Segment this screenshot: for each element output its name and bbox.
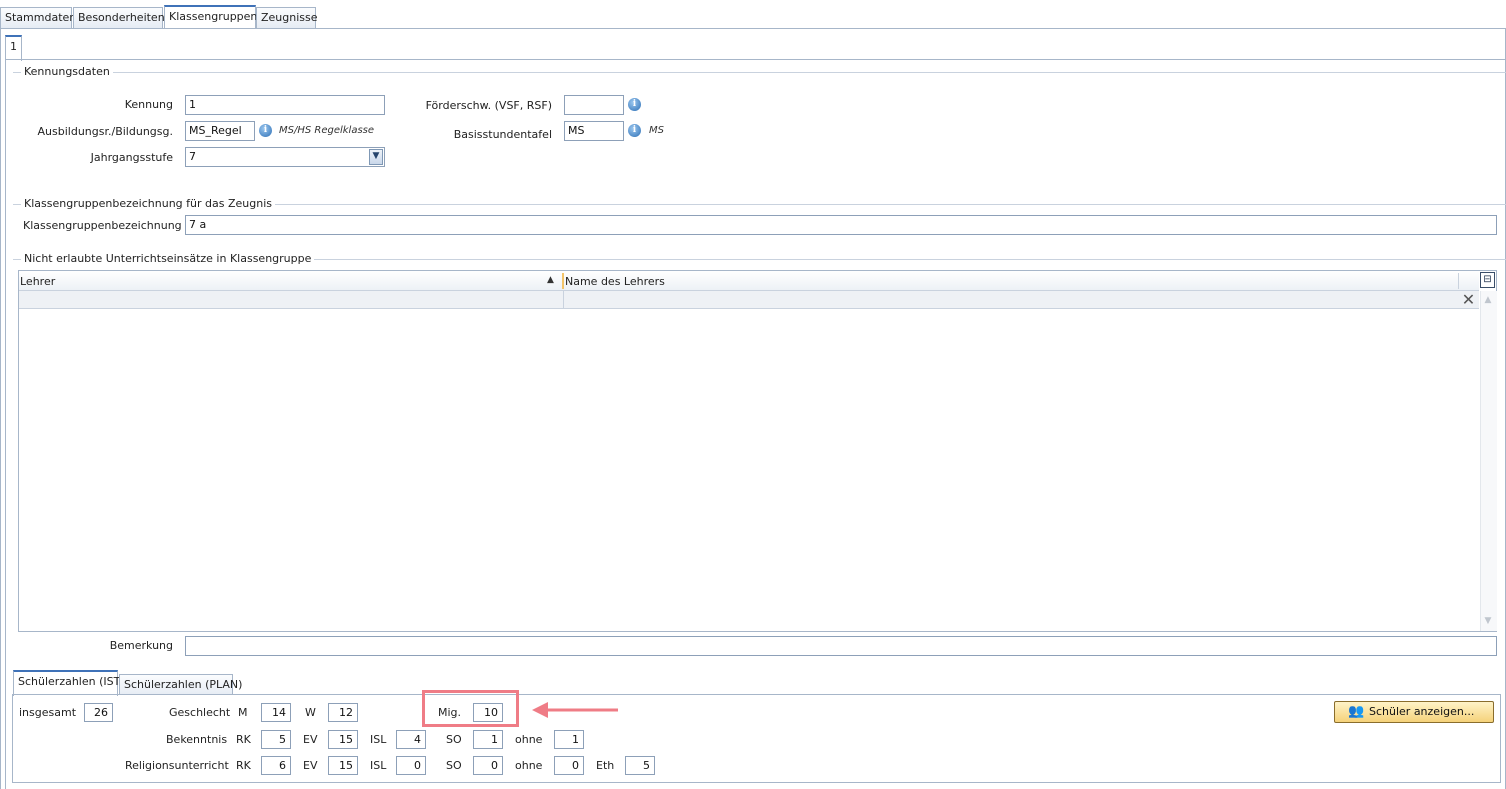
rel-isl-value: 0	[396, 756, 426, 775]
rk-label: RK	[236, 733, 251, 746]
grid-scrollbar[interactable]	[1480, 291, 1497, 631]
sort-ascending-icon[interactable]: ▲	[547, 275, 554, 285]
rel-eth-value: 5	[625, 756, 655, 775]
bemerkung-label: Bemerkung	[109, 639, 173, 652]
column-chooser-icon[interactable]: ⊟	[1480, 272, 1495, 288]
geschlecht-label: Geschlecht	[169, 706, 231, 719]
kennungsdaten-title: Kennungsdaten	[21, 65, 113, 78]
filter-divider	[563, 291, 564, 309]
tab-zeugnisse[interactable]: Zeugnisse	[256, 7, 318, 28]
eth-label: Eth	[596, 759, 615, 772]
ausbildung-hint: MS/HS Regelklasse	[279, 125, 375, 136]
foerder-field[interactable]	[564, 95, 624, 115]
rel-so-value: 0	[473, 756, 503, 775]
scroll-up-icon[interactable]: ▲	[1481, 295, 1495, 305]
users-icon: 👥	[1348, 704, 1365, 719]
bek-isl-value: 4	[396, 730, 426, 749]
bek-ev-value: 15	[328, 730, 358, 749]
kennungsdaten-separator	[13, 72, 1506, 73]
unterricht-title: Nicht erlaubte Unterrichtseinsätze in Kl…	[21, 252, 315, 265]
kennung-label: Kennung	[124, 98, 173, 111]
insgesamt-label: insgesamt	[19, 706, 77, 719]
bezeichnung-field[interactable]: 7 a	[185, 215, 1497, 235]
bek-rk-value: 5	[261, 730, 291, 749]
bek-ohne-value: 1	[554, 730, 584, 749]
rk-label: RK	[236, 759, 251, 772]
ausbildung-field[interactable]: MS_Regel	[185, 121, 255, 141]
grid-filter-row[interactable]	[19, 291, 1479, 309]
jahrgang-label: Jahrgangsstufe	[90, 151, 173, 164]
ev-label: EV	[303, 733, 318, 746]
clear-filter-icon[interactable]: ✕	[1460, 291, 1477, 309]
kennung-field[interactable]: 1	[185, 95, 385, 115]
chevron-down-icon[interactable]: ▼	[369, 149, 383, 165]
tab-klassengruppen[interactable]: Klassengruppen	[164, 5, 257, 29]
insgesamt-value: 26	[84, 703, 113, 722]
ohne-label: ohne	[515, 759, 543, 772]
bezeichnung-title: Klassengruppenbezeichnung für das Zeugni…	[21, 197, 275, 210]
foerder-label: Förderschw. (VSF, RSF)	[425, 99, 552, 112]
m-value: 14	[261, 703, 291, 722]
bemerkung-field[interactable]	[185, 636, 1497, 656]
jahrgang-select[interactable]: 7	[185, 147, 385, 167]
basis-label: Basisstundentafel	[453, 128, 552, 141]
arrow-left-icon	[532, 702, 618, 718]
info-icon[interactable]: i	[628, 98, 641, 111]
religion-label: Religionsunterricht	[125, 759, 229, 772]
bezeichnung-label: Klassengruppenbezeichnung	[23, 219, 182, 232]
tab-group-1[interactable]: 1	[5, 35, 22, 61]
m-label: M	[238, 706, 248, 719]
column-divider[interactable]	[562, 273, 564, 289]
teacher-grid	[18, 270, 1497, 632]
so-label: SO	[446, 759, 462, 772]
grid-header	[19, 271, 1479, 291]
rel-ohne-value: 0	[554, 756, 584, 775]
show-students-label: Schüler anzeigen...	[1369, 705, 1475, 718]
bek-so-value: 1	[473, 730, 503, 749]
ev-label: EV	[303, 759, 318, 772]
info-icon[interactable]: i	[259, 124, 272, 137]
tab-schuelerzahlen-plan[interactable]: Schülerzahlen (PLAN)	[119, 674, 242, 695]
rel-rk-value: 6	[261, 756, 291, 775]
highlight-box	[422, 690, 519, 727]
basis-hint: MS	[649, 125, 664, 136]
rel-ev-value: 15	[328, 756, 358, 775]
column-divider	[1458, 273, 1459, 289]
bekenntnis-label: Bekenntnis	[166, 733, 228, 746]
scroll-down-icon[interactable]: ▼	[1481, 616, 1495, 626]
ausbildung-label: Ausbildungsr./Bildungsg.	[37, 125, 173, 138]
isl-label: ISL	[370, 733, 387, 746]
column-name-lehrer[interactable]: Name des Lehrers	[565, 275, 665, 288]
isl-label: ISL	[370, 759, 387, 772]
so-label: SO	[446, 733, 462, 746]
column-lehrer[interactable]: Lehrer	[20, 275, 55, 288]
info-icon[interactable]: i	[628, 124, 641, 137]
tab-besonderheiten[interactable]: Besonderheiten	[73, 7, 165, 28]
basis-field[interactable]: MS	[564, 121, 624, 141]
w-label: W	[305, 706, 316, 719]
tab-stammdaten[interactable]: Stammdaten	[0, 7, 76, 28]
show-students-button[interactable]: 👥 Schüler anzeigen...	[1334, 701, 1494, 723]
tab-schuelerzahlen-ist[interactable]: Schülerzahlen (IST)	[13, 670, 125, 696]
w-value: 12	[328, 703, 358, 722]
ohne-label: ohne	[515, 733, 543, 746]
